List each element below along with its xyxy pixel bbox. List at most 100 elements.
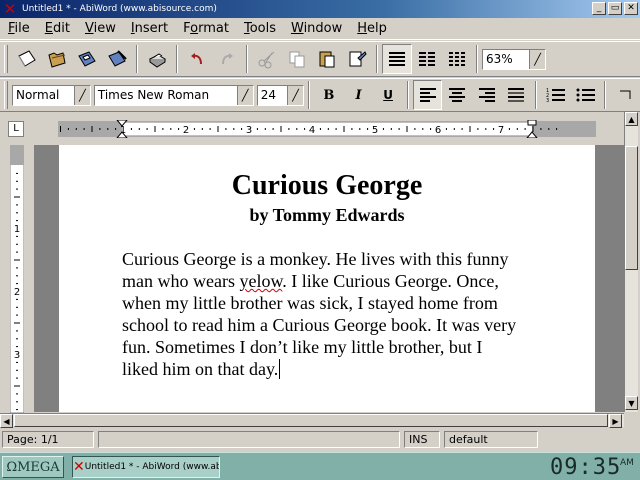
abiword-app-icon[interactable]: ✕: [2, 1, 18, 17]
ruler-tick: [453, 128, 455, 130]
italic-button[interactable]: I: [344, 80, 374, 110]
bulleted-list-button[interactable]: [571, 80, 601, 110]
underline-button[interactable]: U: [373, 80, 403, 110]
menu-window[interactable]: Window: [291, 21, 342, 36]
toolbar-separator: [406, 81, 409, 109]
vertical-scroll-thumb[interactable]: [625, 146, 638, 270]
align-lines-button[interactable]: [382, 44, 412, 74]
ruler-tick: [508, 128, 510, 130]
copy-button[interactable]: [282, 44, 312, 74]
menu-tools[interactable]: Tools: [244, 21, 276, 36]
status-insert-mode[interactable]: INS: [404, 430, 440, 448]
ruler-tick: [193, 128, 195, 130]
horizontal-scrollbar[interactable]: ◀ ▶: [0, 413, 624, 428]
ruler-tick: [83, 128, 85, 130]
horizontal-scroll-thumb[interactable]: [14, 414, 608, 427]
menu-window-mnemonic: W: [290, 21, 304, 36]
ruler-tick: [414, 128, 416, 130]
ruler-tick: [154, 126, 156, 132]
numbered-list-button[interactable]: 123: [541, 80, 571, 110]
document-page[interactable]: Curious George by Tommy Edwards Curious …: [59, 145, 595, 412]
undo-button[interactable]: [182, 44, 212, 74]
ruler-tick: [241, 128, 243, 130]
scroll-up-arrow-icon[interactable]: ▲: [625, 112, 638, 126]
new-document-button[interactable]: [12, 44, 42, 74]
horizontal-ruler[interactable]: 1234567: [58, 120, 596, 138]
print-button[interactable]: [142, 44, 172, 74]
menu-help[interactable]: Help: [357, 21, 387, 36]
menu-format[interactable]: Format: [183, 21, 229, 36]
font-combo[interactable]: Times New Roman ╱: [93, 84, 254, 106]
ruler-tick: [178, 128, 180, 130]
ruler-tick: [170, 128, 172, 130]
align-left-button[interactable]: [412, 80, 443, 110]
align-right-icon: [478, 88, 495, 102]
ruler-label: 2: [183, 125, 189, 136]
tab-stop-selector[interactable]: L: [8, 121, 24, 137]
format-painter-icon: [349, 51, 367, 67]
zoom-dropdown-icon[interactable]: ╱: [529, 49, 545, 69]
ruler-tick: [16, 251, 18, 253]
clock[interactable]: 09:35 AM: [548, 455, 638, 480]
cut-button[interactable]: [252, 44, 282, 74]
menu-insert[interactable]: Insert: [131, 21, 168, 36]
start-button[interactable]: ΩMEGA: [2, 456, 64, 478]
more-tools-button[interactable]: [610, 80, 640, 110]
align-right-button[interactable]: [472, 80, 502, 110]
ruler-tick: [256, 128, 258, 130]
document-subtitle[interactable]: by Tommy Edwards: [59, 205, 595, 226]
scroll-down-arrow-icon[interactable]: ▼: [625, 396, 638, 410]
style-combo[interactable]: Normal ╱: [11, 84, 91, 106]
scroll-right-arrow-icon[interactable]: ▶: [609, 414, 622, 428]
vertical-scrollbar[interactable]: ▲ ▼: [624, 112, 638, 412]
scroll-left-arrow-icon[interactable]: ◀: [0, 414, 13, 428]
font-size-combo[interactable]: 24 ╱: [256, 84, 305, 106]
ruler-tick: [16, 243, 18, 245]
right-margin-handle[interactable]: [527, 120, 537, 126]
task-abiword[interactable]: ✕ Untitled1 * - AbiWord (www.ab...: [72, 456, 220, 478]
open-button[interactable]: [42, 44, 72, 74]
ruler-tick: [16, 314, 18, 316]
redo-arrow-icon: [222, 53, 233, 65]
menu-view[interactable]: View: [85, 21, 116, 36]
minimize-button[interactable]: _: [592, 2, 606, 15]
document-canvas[interactable]: Curious George by Tommy Edwards Curious …: [34, 145, 624, 412]
bold-button[interactable]: B: [314, 80, 344, 110]
zoom-combo[interactable]: 63% ╱: [482, 48, 546, 70]
ruler-tick: [162, 128, 164, 130]
format-toolbar: Normal ╱ Times New Roman ╱ 24 ╱ B I U 1 …: [0, 78, 640, 112]
ruler-tick: [16, 204, 18, 206]
format-painter-button[interactable]: [342, 44, 372, 74]
ruler-tick: [146, 128, 148, 130]
align-center-button[interactable]: [442, 80, 472, 110]
ruler-tick: [225, 128, 227, 130]
align-justify-button[interactable]: [502, 80, 532, 110]
paste-button[interactable]: [312, 44, 342, 74]
menu-edit[interactable]: Edit: [45, 21, 70, 36]
title-bar[interactable]: ✕ Untitled1 * - AbiWord (www.abisource.c…: [0, 0, 640, 18]
save-as-button[interactable]: [102, 44, 132, 74]
maximize-button[interactable]: ▭: [608, 2, 622, 15]
three-columns-button[interactable]: [442, 44, 472, 74]
document-title[interactable]: Curious George: [59, 170, 595, 202]
ruler-tick: [16, 188, 18, 190]
misspelled-word[interactable]: yelow: [239, 271, 282, 291]
two-columns-icon: [419, 52, 435, 66]
task-label: Untitled1 * - AbiWord (www.ab...: [84, 462, 220, 472]
document-body[interactable]: Curious George is a monkey. He lives wit…: [122, 248, 522, 380]
ruler-tick: [16, 267, 18, 269]
save-button[interactable]: [72, 44, 102, 74]
toolbar-grip[interactable]: [4, 45, 8, 73]
toolbar-grip[interactable]: [4, 81, 8, 109]
two-columns-button[interactable]: [412, 44, 442, 74]
vertical-ruler[interactable]: 1 2 3: [10, 145, 24, 413]
close-button[interactable]: ✕: [624, 2, 638, 15]
redo-button[interactable]: [212, 44, 242, 74]
ruler-tick: [493, 128, 495, 130]
ruler-tick: [264, 128, 266, 130]
scissors-icon: [258, 51, 275, 69]
font-dropdown-icon[interactable]: ╱: [236, 85, 253, 105]
font-size-dropdown-icon[interactable]: ╱: [287, 85, 304, 105]
menu-file[interactable]: File: [8, 21, 30, 36]
style-dropdown-icon[interactable]: ╱: [73, 85, 90, 105]
